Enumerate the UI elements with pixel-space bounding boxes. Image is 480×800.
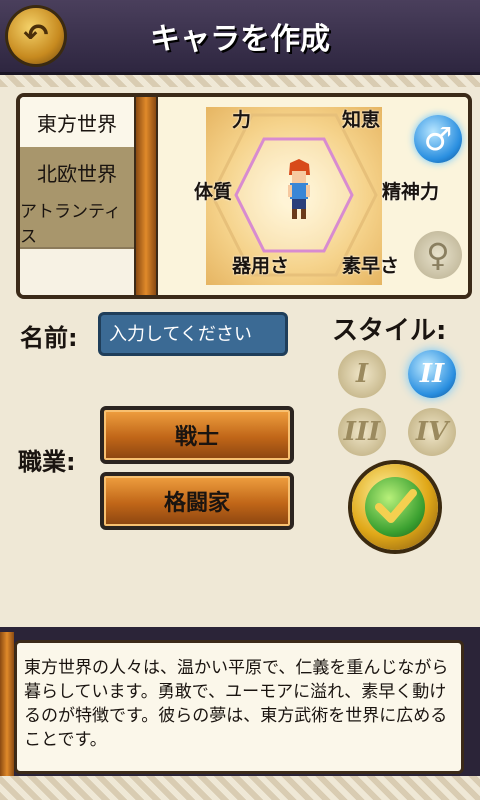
character-sprite <box>288 159 310 219</box>
world-tabs: 東方世界 北欧世界 アトランティス <box>20 97 134 295</box>
panel-divider <box>134 97 158 295</box>
stat-power: 力 <box>232 109 252 131</box>
checkmark-icon <box>375 489 417 523</box>
world-panel: 東方世界 北欧世界 アトランティス 力 知恵 体質 精神力 器用さ 素早さ ♂ … <box>16 93 472 299</box>
female-gender-button[interactable]: ♀ <box>414 231 462 279</box>
stat-agility: 素早さ <box>342 255 400 277</box>
tab-northern-world[interactable]: 北欧世界 <box>20 147 134 199</box>
description-pillar <box>0 632 14 782</box>
male-symbol-icon: ♂ <box>423 120 453 158</box>
job-label: 職業: <box>18 448 76 476</box>
name-input[interactable] <box>98 312 288 356</box>
tab-atlantis[interactable]: アトランティス <box>20 197 134 249</box>
confirm-button[interactable] <box>352 464 438 550</box>
style-label: スタイル: <box>332 316 447 346</box>
job-subclass-button[interactable]: 格闘家 <box>100 472 294 530</box>
style-button-3[interactable]: III <box>338 408 386 456</box>
job-class-button[interactable]: 戦士 <box>100 406 294 464</box>
bottom-border <box>0 776 480 800</box>
name-label: 名前: <box>20 324 78 352</box>
stats-area: 力 知恵 体質 精神力 器用さ 素早さ ♂ ♀ <box>158 97 468 295</box>
female-symbol-icon: ♀ <box>426 236 450 274</box>
page-title: キャラを作成 <box>150 22 330 57</box>
style-button-4[interactable]: IV <box>408 408 456 456</box>
header-bar: ↶ キャラを作成 <box>0 0 480 75</box>
stat-vitality: 体質 <box>194 181 233 203</box>
male-gender-button[interactable]: ♂ <box>414 115 462 163</box>
tab-eastern-world[interactable]: 東方世界 <box>20 97 134 149</box>
style-button-2[interactable]: II <box>408 350 456 398</box>
style-button-1[interactable]: I <box>338 350 386 398</box>
stat-dexterity: 器用さ <box>232 255 290 277</box>
stat-spirit: 精神力 <box>382 181 440 203</box>
confirm-button-inner <box>365 477 425 537</box>
stat-wisdom: 知恵 <box>342 109 381 131</box>
description-text: 東方世界の人々は、温かい平原で、仁義を重んじながら暮らしています。勇敢で、ユーモ… <box>24 658 449 750</box>
